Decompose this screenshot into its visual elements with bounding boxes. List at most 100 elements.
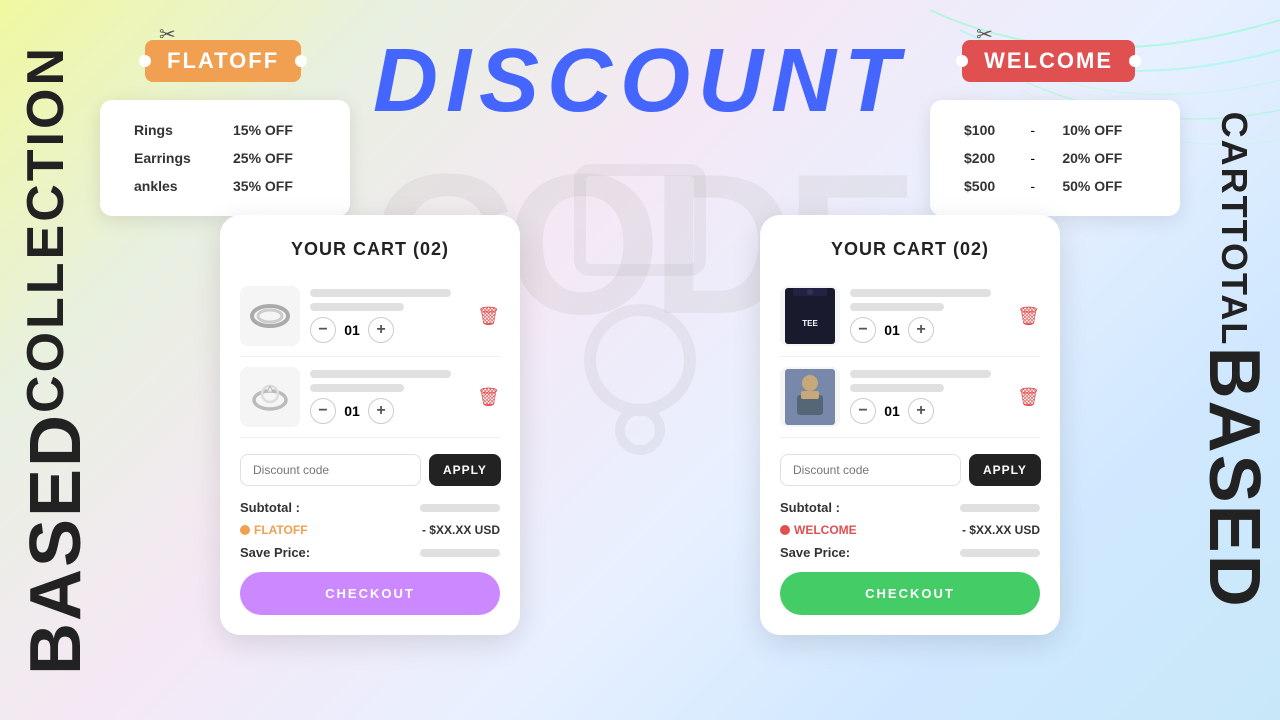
right-qty-increase-btn-1[interactable]: + (908, 317, 934, 343)
right-discount-row: APPLY (780, 454, 1040, 486)
left-cart-panel: YOUR CART (02) − 01 + 🗑 (220, 215, 520, 635)
table-row: ankles 35% OFF (124, 172, 326, 200)
qty-value-2: 01 (342, 403, 362, 419)
table-row: Earrings 25% OFF (124, 144, 326, 172)
right-discount-table: $100 - 10% OFF $200 - 20% OFF $500 - 50%… (930, 100, 1180, 216)
left-cart-title: YOUR CART (02) (240, 239, 500, 260)
discount-cell: 50% OFF (1052, 172, 1156, 200)
item-cell: Earrings (124, 144, 223, 172)
side-left-word2: BASED (20, 413, 92, 675)
right-subtotal-bar (960, 504, 1040, 512)
delete-item-2-btn[interactable]: 🗑 (477, 387, 500, 408)
amount-cell: $200 (954, 144, 1020, 172)
table-row: $100 - 10% OFF (954, 116, 1156, 144)
left-cart-item-1: − 01 + 🗑 (240, 276, 500, 357)
left-save-row: Save Price: (240, 545, 500, 560)
right-cart-title: YOUR CART (02) (780, 239, 1040, 260)
sep-cell: - (1020, 116, 1052, 144)
welcome-label: WELCOME (962, 40, 1135, 82)
table-row: $500 - 50% OFF (954, 172, 1156, 200)
item-info-1: − 01 + (310, 289, 467, 343)
right-qty-increase-btn-2[interactable]: + (908, 398, 934, 424)
left-discount-row: APPLY (240, 454, 500, 486)
side-left-word1: COLLECTION (20, 45, 92, 413)
item-price-bar (310, 303, 404, 311)
qty-value-1: 01 (342, 322, 362, 338)
side-right-word1: CART (1216, 112, 1252, 220)
delete-item-1-btn[interactable]: 🗑 (477, 306, 500, 327)
right-checkout-btn[interactable]: CHECKOUT (780, 572, 1040, 615)
item-name-bar-2 (310, 370, 451, 378)
page-title: DISCOUNT (373, 30, 907, 133)
item-info-shirt: − 01 + (850, 289, 1007, 343)
item-cell: ankles (124, 172, 223, 200)
left-subtotal-bar (420, 504, 500, 512)
left-checkout-btn[interactable]: CHECKOUT (240, 572, 500, 615)
left-apply-btn[interactable]: APPLY (429, 454, 501, 486)
discount-cell: 35% OFF (223, 172, 326, 200)
right-coupon-price: - $XX.XX USD (962, 523, 1040, 537)
right-cart-item-2: − 01 + 🗑 (780, 357, 1040, 438)
right-save-row: Save Price: (780, 545, 1040, 560)
right-discount-input[interactable] (780, 454, 961, 486)
qty-increase-btn-2[interactable]: + (368, 398, 394, 424)
svg-text:TEE: TEE (802, 319, 818, 328)
right-coupon-dot-icon (780, 525, 790, 535)
right-qty-value-2: 01 (882, 403, 902, 419)
qty-increase-btn-1[interactable]: + (368, 317, 394, 343)
right-qty-decrease-btn-1[interactable]: − (850, 317, 876, 343)
item-cell: Rings (124, 116, 223, 144)
right-apply-btn[interactable]: APPLY (969, 454, 1041, 486)
flatoff-label: FLATOFF (145, 40, 301, 82)
left-coupon-row: FLATOFF - $XX.XX USD (240, 523, 500, 537)
left-subtotal-section: Subtotal : FLATOFF - $XX.XX USD Save Pri… (240, 500, 500, 560)
left-cart-item-2: − 01 + 🗑 (240, 357, 500, 438)
table-row: $200 - 20% OFF (954, 144, 1156, 172)
item-image-shirt: TEE (780, 286, 840, 346)
cart-watermark-icon (540, 160, 740, 460)
left-subtotal-label: Subtotal : (240, 500, 300, 515)
left-save-bar (420, 549, 500, 557)
item-image-ring2 (240, 367, 300, 427)
item-name-bar (310, 289, 451, 297)
discount-cell: 15% OFF (223, 116, 326, 144)
item-info-woman: − 01 + (850, 370, 1007, 424)
right-qty-value-1: 01 (882, 322, 902, 338)
table-row: Rings 15% OFF (124, 116, 326, 144)
flatoff-badge: ✂ FLATOFF (145, 40, 301, 82)
item-name-bar-s (850, 289, 991, 297)
right-subtotal-section: Subtotal : WELCOME - $XX.XX USD Save Pri… (780, 500, 1040, 560)
coupon-dot-icon (240, 525, 250, 535)
left-discount-table: Rings 15% OFF Earrings 25% OFF ankles 35… (100, 100, 350, 216)
left-discount-input[interactable] (240, 454, 421, 486)
right-coupon-row: WELCOME - $XX.XX USD (780, 523, 1040, 537)
right-delete-item-1-btn[interactable]: 🗑 (1017, 306, 1040, 327)
right-save-bar (960, 549, 1040, 557)
side-right-word3: BASED (1198, 346, 1270, 608)
right-delete-item-2-btn[interactable]: 🗑 (1017, 387, 1040, 408)
item-price-bar-w (850, 384, 944, 392)
item-price-bar-2 (310, 384, 404, 392)
side-text-right: CART TOTAL BASED (1198, 112, 1270, 609)
amount-cell: $100 (954, 116, 1020, 144)
sep-cell: - (1020, 144, 1052, 172)
discount-cell: 10% OFF (1052, 116, 1156, 144)
right-save-label: Save Price: (780, 545, 850, 560)
left-coupon-price: - $XX.XX USD (422, 523, 500, 537)
qty-decrease-btn-2[interactable]: − (310, 398, 336, 424)
right-subtotal-label: Subtotal : (780, 500, 840, 515)
welcome-badge: ✂ WELCOME (962, 40, 1135, 82)
right-qty-decrease-btn-2[interactable]: − (850, 398, 876, 424)
qty-decrease-btn-1[interactable]: − (310, 317, 336, 343)
sep-cell: - (1020, 172, 1052, 200)
amount-cell: $500 (954, 172, 1020, 200)
right-coupon-tag: WELCOME (780, 523, 857, 537)
left-save-label: Save Price: (240, 545, 310, 560)
item-info-2: − 01 + (310, 370, 467, 424)
right-cart-item-1: TEE − 01 + 🗑 (780, 276, 1040, 357)
item-price-bar-s (850, 303, 944, 311)
item-name-bar-w (850, 370, 991, 378)
discount-cell: 25% OFF (223, 144, 326, 172)
right-cart-panel: YOUR CART (02) TEE − 01 + (760, 215, 1060, 635)
item-image-woman (780, 367, 840, 427)
